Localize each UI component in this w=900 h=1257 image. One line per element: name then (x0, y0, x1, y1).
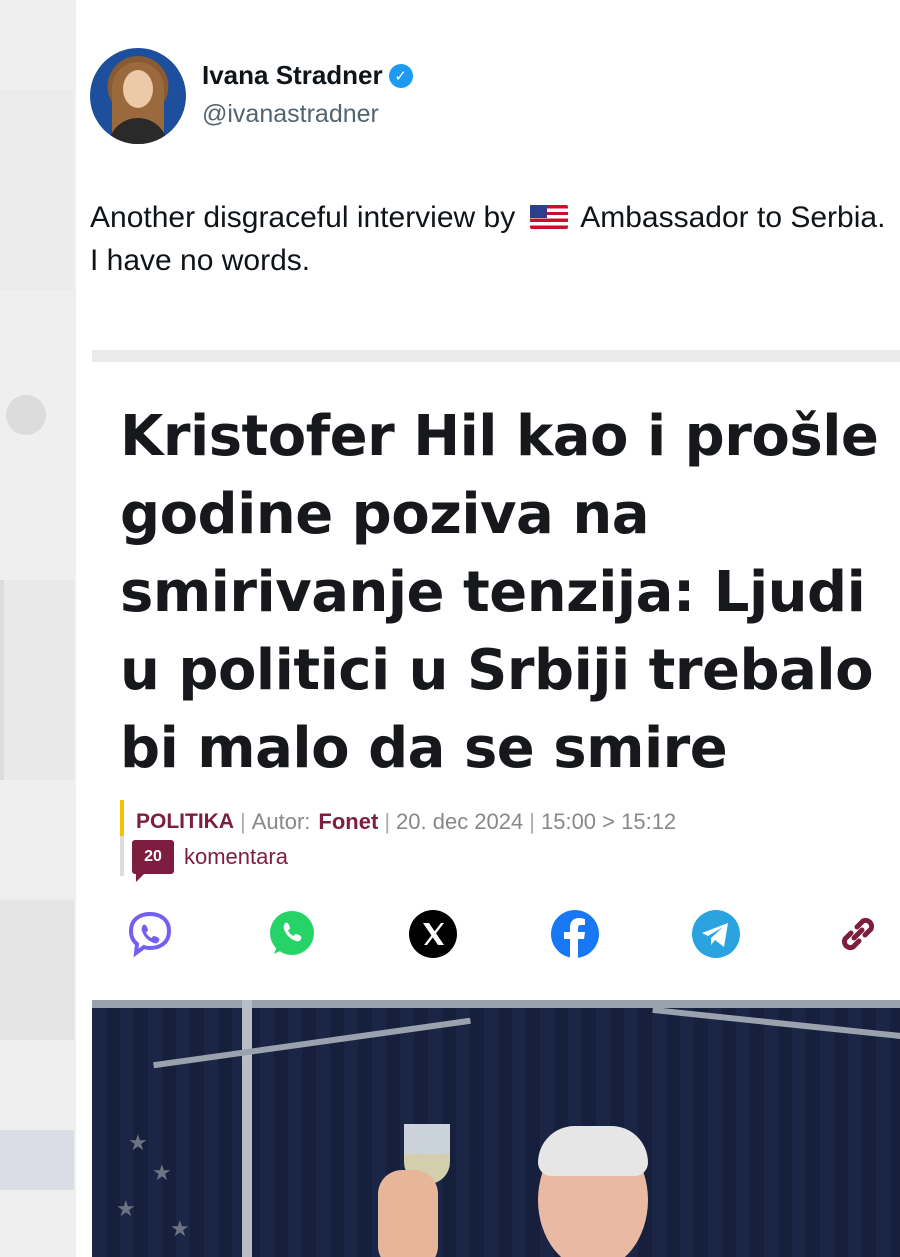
avatar[interactable] (90, 48, 186, 144)
whatsapp-icon[interactable] (266, 908, 318, 960)
photo-ceiling-beam (92, 1000, 900, 1008)
background-block-3 (0, 1130, 74, 1190)
embedded-image-top-edge (92, 350, 900, 362)
comments-link[interactable]: 20 komentara (120, 836, 288, 882)
comments-divider (120, 836, 124, 876)
background-block (0, 90, 74, 290)
star-icon: ★ (128, 1130, 148, 1155)
link-icon[interactable] (832, 908, 884, 960)
verified-icon: ✓ (388, 63, 413, 88)
telegram-icon[interactable] (690, 908, 742, 960)
meta-separator: | (384, 809, 391, 834)
article-author[interactable]: Fonet (318, 809, 378, 835)
article-meta: POLITIKA | Autor: Fonet | 20. dec 2024 |… (120, 800, 676, 844)
star-icon: ★ (116, 1196, 136, 1221)
star-icon: ★ (152, 1160, 172, 1185)
tweet-card: Ivana Stradner ✓ @ivanastradner Another … (76, 0, 900, 1257)
photo-raised-hand (378, 1170, 438, 1257)
us-flag-icon (529, 205, 568, 229)
tweet-text: Another disgraceful interview by Ambassa… (90, 196, 890, 282)
article-headline: Kristofer Hil kao i prošle godine poziva… (120, 404, 879, 781)
background-block-2 (0, 900, 74, 1040)
tweet-text-part-1: Another disgraceful interview by (90, 201, 516, 234)
author-row: Ivana Stradner ✓ (202, 60, 413, 91)
share-bar (124, 908, 884, 960)
author-handle[interactable]: @ivanastradner (202, 100, 379, 129)
photo-truss (153, 1017, 471, 1069)
star-icon: ★ (170, 1216, 190, 1241)
article-photo[interactable]: ★ ★ ★ ★ (92, 1000, 900, 1257)
avatar-face (123, 70, 153, 108)
facebook-icon[interactable] (549, 908, 601, 960)
author-name[interactable]: Ivana Stradner (202, 60, 383, 91)
comment-label: komentara (184, 844, 288, 869)
photo-pillar (242, 1000, 252, 1257)
background-quote (0, 580, 74, 780)
meta-separator: | (240, 809, 246, 834)
x-icon[interactable] (407, 908, 459, 960)
article-category[interactable]: POLITIKA (136, 810, 234, 834)
photo-truss-2 (652, 1006, 900, 1040)
article-time: 15:00 > 15:12 (540, 809, 677, 834)
article-date: 20. dec 2024 (396, 809, 524, 834)
meta-separator: | (529, 809, 535, 834)
author-label: Autor: (251, 809, 311, 834)
background-avatar (6, 395, 46, 435)
comment-count-badge: 20 (132, 840, 174, 882)
photo-person-hair (538, 1126, 648, 1176)
viber-icon[interactable] (124, 908, 176, 960)
